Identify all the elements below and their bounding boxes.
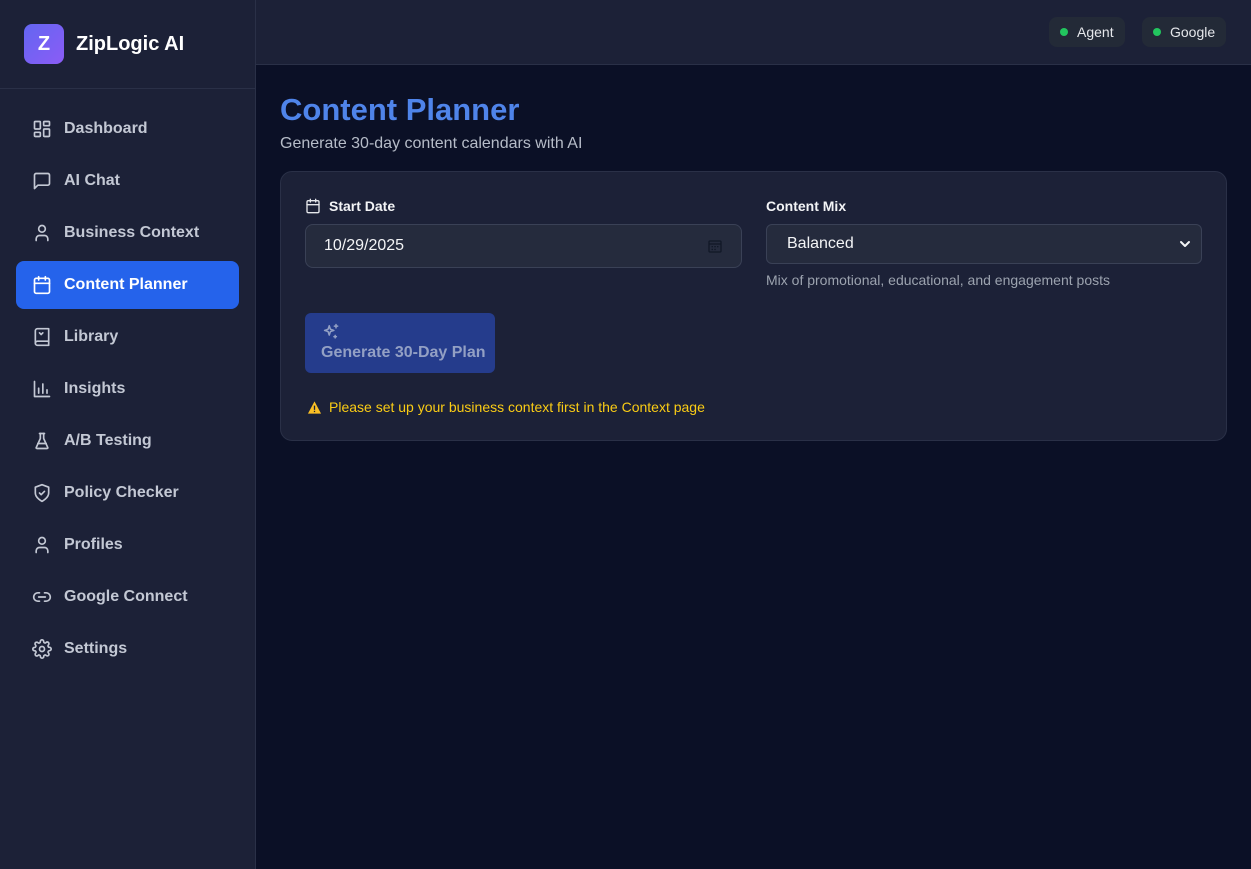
status-label: Google xyxy=(1170,24,1216,40)
top-bar: Agent Google xyxy=(256,0,1251,65)
sidebar-item-label: Dashboard xyxy=(64,120,148,137)
brand-name: ZipLogic AI xyxy=(76,32,185,55)
sidebar-item-label: Business Context xyxy=(64,224,200,241)
planner-form-card: Start Date 10/29/2025 Content Mix Balanc… xyxy=(280,171,1227,441)
content-mix-label: Content Mix xyxy=(766,198,847,214)
content-mix-select[interactable]: Balanced xyxy=(766,224,1202,264)
date-picker-icon[interactable] xyxy=(707,238,723,254)
sidebar-item-policy-checker[interactable]: Policy Checker xyxy=(16,469,239,517)
page-title: Content Planner xyxy=(280,92,520,127)
sidebar-item-label: A/B Testing xyxy=(64,432,152,449)
page-subtitle: Generate 30-day content calendars with A… xyxy=(280,135,583,152)
sidebar-item-settings[interactable]: Settings xyxy=(16,625,239,673)
sidebar-item-dashboard[interactable]: Dashboard xyxy=(16,105,239,153)
content-mix-hint: Mix of promotional, educational, and eng… xyxy=(766,272,1110,288)
sidebar-item-label: Insights xyxy=(64,380,126,397)
brand[interactable]: Z ZipLogic AI xyxy=(0,0,255,89)
sidebar-item-label: Settings xyxy=(64,640,128,657)
generate-plan-label: Generate 30-Day Plan xyxy=(321,344,486,361)
sidebar-item-google-connect[interactable]: Google Connect xyxy=(16,573,239,621)
status-label: Agent xyxy=(1077,24,1114,40)
user-icon xyxy=(32,223,52,243)
sidebar-item-label: Policy Checker xyxy=(64,484,179,501)
sidebar-item-ai-chat[interactable]: AI Chat xyxy=(16,157,239,205)
content-mix-value: Balanced xyxy=(787,235,854,252)
sidebar-item-insights[interactable]: Insights xyxy=(16,365,239,413)
sidebar-item-label: Profiles xyxy=(64,536,123,553)
start-date-label: Start Date xyxy=(305,198,395,214)
sidebar-item-business-context[interactable]: Business Context xyxy=(16,209,239,257)
sidebar-item-ab-testing[interactable]: A/B Testing xyxy=(16,417,239,465)
calendar-icon xyxy=(32,275,52,295)
sidebar: Z ZipLogic AI Dashboard AI Chat Business… xyxy=(0,0,256,869)
sidebar-item-label: Library xyxy=(64,328,119,345)
brand-logo: Z xyxy=(24,24,64,64)
sparkles-icon xyxy=(321,322,341,342)
sidebar-item-label: Google Connect xyxy=(64,588,188,605)
start-date-label-text: Start Date xyxy=(329,198,396,214)
context-warning: Please set up your business context firs… xyxy=(307,399,705,415)
start-date-input[interactable]: 10/29/2025 xyxy=(305,224,742,268)
flask-icon xyxy=(32,431,52,451)
status-dot-icon xyxy=(1153,28,1161,36)
bar-chart-icon xyxy=(32,379,52,399)
link-icon xyxy=(32,587,52,607)
gear-icon xyxy=(32,639,52,659)
warning-text: Please set up your business context firs… xyxy=(329,399,705,415)
google-status-badge: Google xyxy=(1142,17,1227,47)
status-dot-icon xyxy=(1060,28,1068,36)
dashboard-icon xyxy=(32,119,52,139)
sidebar-item-label: Content Planner xyxy=(64,276,188,293)
sidebar-item-content-planner[interactable]: Content Planner xyxy=(16,261,239,309)
generate-plan-button[interactable]: Generate 30-Day Plan xyxy=(305,313,495,373)
shield-check-icon xyxy=(32,483,52,503)
chat-icon xyxy=(32,171,52,191)
calendar-icon xyxy=(305,198,321,214)
sidebar-item-library[interactable]: Library xyxy=(16,313,239,361)
sidebar-item-label: AI Chat xyxy=(64,172,120,189)
book-icon xyxy=(32,327,52,347)
start-date-value: 10/29/2025 xyxy=(324,237,405,254)
sidebar-nav: Dashboard AI Chat Business Context Conte… xyxy=(0,89,255,673)
user-icon xyxy=(32,535,52,555)
agent-status-badge: Agent xyxy=(1049,17,1125,47)
warning-icon xyxy=(307,400,322,415)
main-content: Content Planner Generate 30-day content … xyxy=(280,65,1227,441)
chevron-down-icon xyxy=(1179,238,1191,250)
sidebar-item-profiles[interactable]: Profiles xyxy=(16,521,239,569)
